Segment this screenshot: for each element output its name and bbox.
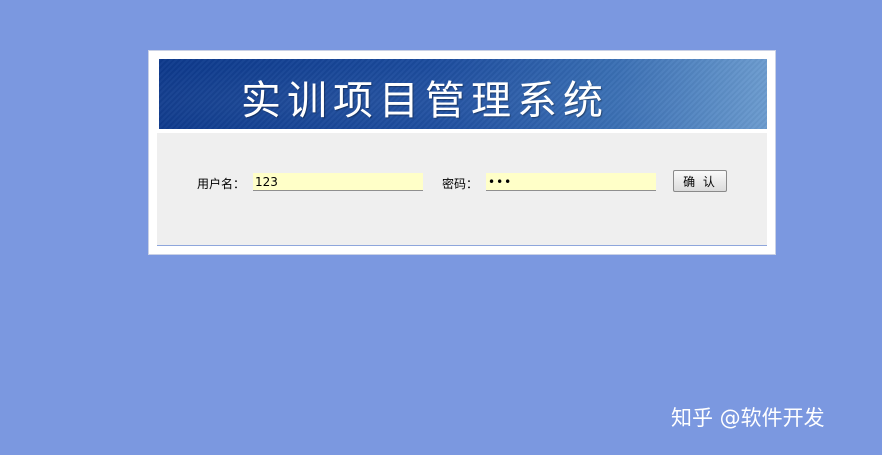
password-label: 密码： (442, 177, 479, 191)
login-panel: 实训项目管理系统 用户名： 密码： 确 认 (148, 50, 776, 255)
system-title: 实训项目管理系统 (241, 78, 609, 124)
login-form: 用户名： 密码： 确 认 (157, 133, 767, 246)
password-input[interactable] (486, 173, 656, 191)
confirm-button[interactable]: 确 认 (673, 170, 727, 192)
username-input[interactable] (253, 173, 423, 191)
watermark-text: 知乎 @软件开发 (671, 406, 825, 430)
username-label: 用户名： (197, 177, 246, 191)
header-banner: 实训项目管理系统 (159, 59, 767, 129)
